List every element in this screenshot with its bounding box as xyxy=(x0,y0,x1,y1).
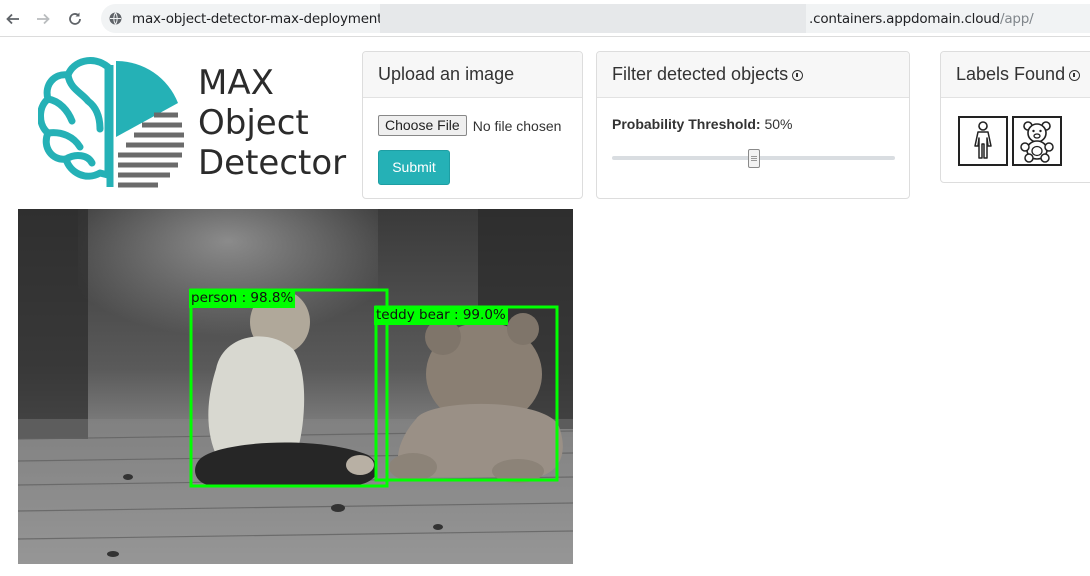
logo-line-1: MAX xyxy=(198,63,274,103)
choose-file-button[interactable]: Choose File xyxy=(378,115,467,136)
threshold-label-text: Probability Threshold: xyxy=(612,116,761,132)
label-filter-person[interactable] xyxy=(958,116,1008,166)
labels-card: Labels Found xyxy=(940,51,1090,183)
logo-line-3: Detector xyxy=(198,143,347,183)
submit-button[interactable]: Submit xyxy=(378,150,450,185)
filter-card-header: Filter detected objects xyxy=(597,52,909,98)
arrow-right-icon xyxy=(37,13,50,25)
arrow-left-icon xyxy=(6,13,19,25)
max-logo: MAX Object Detector xyxy=(38,55,348,200)
filter-card-title: Filter detected objects xyxy=(612,64,789,84)
labels-card-title: Labels Found xyxy=(956,64,1066,84)
threshold-label: Probability Threshold: 50% xyxy=(612,116,793,132)
threshold-value: 50% xyxy=(764,116,793,132)
forward-button[interactable] xyxy=(32,8,54,30)
label-filter-teddy-bear[interactable] xyxy=(1012,116,1062,166)
detection-result-image: person : 98.8% teddy bear : 99.0% xyxy=(18,209,573,564)
person-icon xyxy=(974,121,992,159)
reload-icon xyxy=(69,12,81,25)
threshold-slider-thumb[interactable] xyxy=(747,149,760,168)
info-icon[interactable] xyxy=(1069,69,1081,81)
logo-wordmark: MAX Object Detector xyxy=(198,63,346,183)
upload-card-title: Upload an image xyxy=(363,52,582,98)
reload-button[interactable] xyxy=(64,8,86,30)
logo-line-2: Object xyxy=(198,103,309,143)
labels-card-header: Labels Found xyxy=(941,52,1090,98)
url-suffix: .containers.appdomain.cloud/app/ xyxy=(809,11,1034,27)
back-button[interactable] xyxy=(2,8,24,30)
filter-card: Filter detected objects Probability Thre… xyxy=(596,51,910,199)
url-host: max-object-detector-max-deployments. xyxy=(132,11,394,27)
file-status: No file chosen xyxy=(472,117,562,134)
url-domain: .containers.appdomain.cloud xyxy=(809,11,1001,27)
address-bar[interactable]: max-object-detector-max-deployments. .co… xyxy=(101,4,1090,33)
url-path: /app/ xyxy=(1000,11,1034,27)
detection-label-person: person : 98.8% xyxy=(189,289,296,308)
file-input[interactable]: Choose File No file chosen xyxy=(378,115,561,136)
brain-logo-icon xyxy=(38,57,184,188)
photo-scene xyxy=(18,209,573,564)
detection-label-teddy-bear: teddy bear : 99.0% xyxy=(374,306,508,325)
browser-toolbar: max-object-detector-max-deployments. .co… xyxy=(0,0,1090,37)
url-redacted-segment xyxy=(380,4,806,33)
teddy-bear-icon xyxy=(1020,121,1054,163)
globe-icon xyxy=(109,12,122,25)
info-icon[interactable] xyxy=(792,69,804,81)
upload-card: Upload an image Choose File No file chos… xyxy=(362,51,583,199)
